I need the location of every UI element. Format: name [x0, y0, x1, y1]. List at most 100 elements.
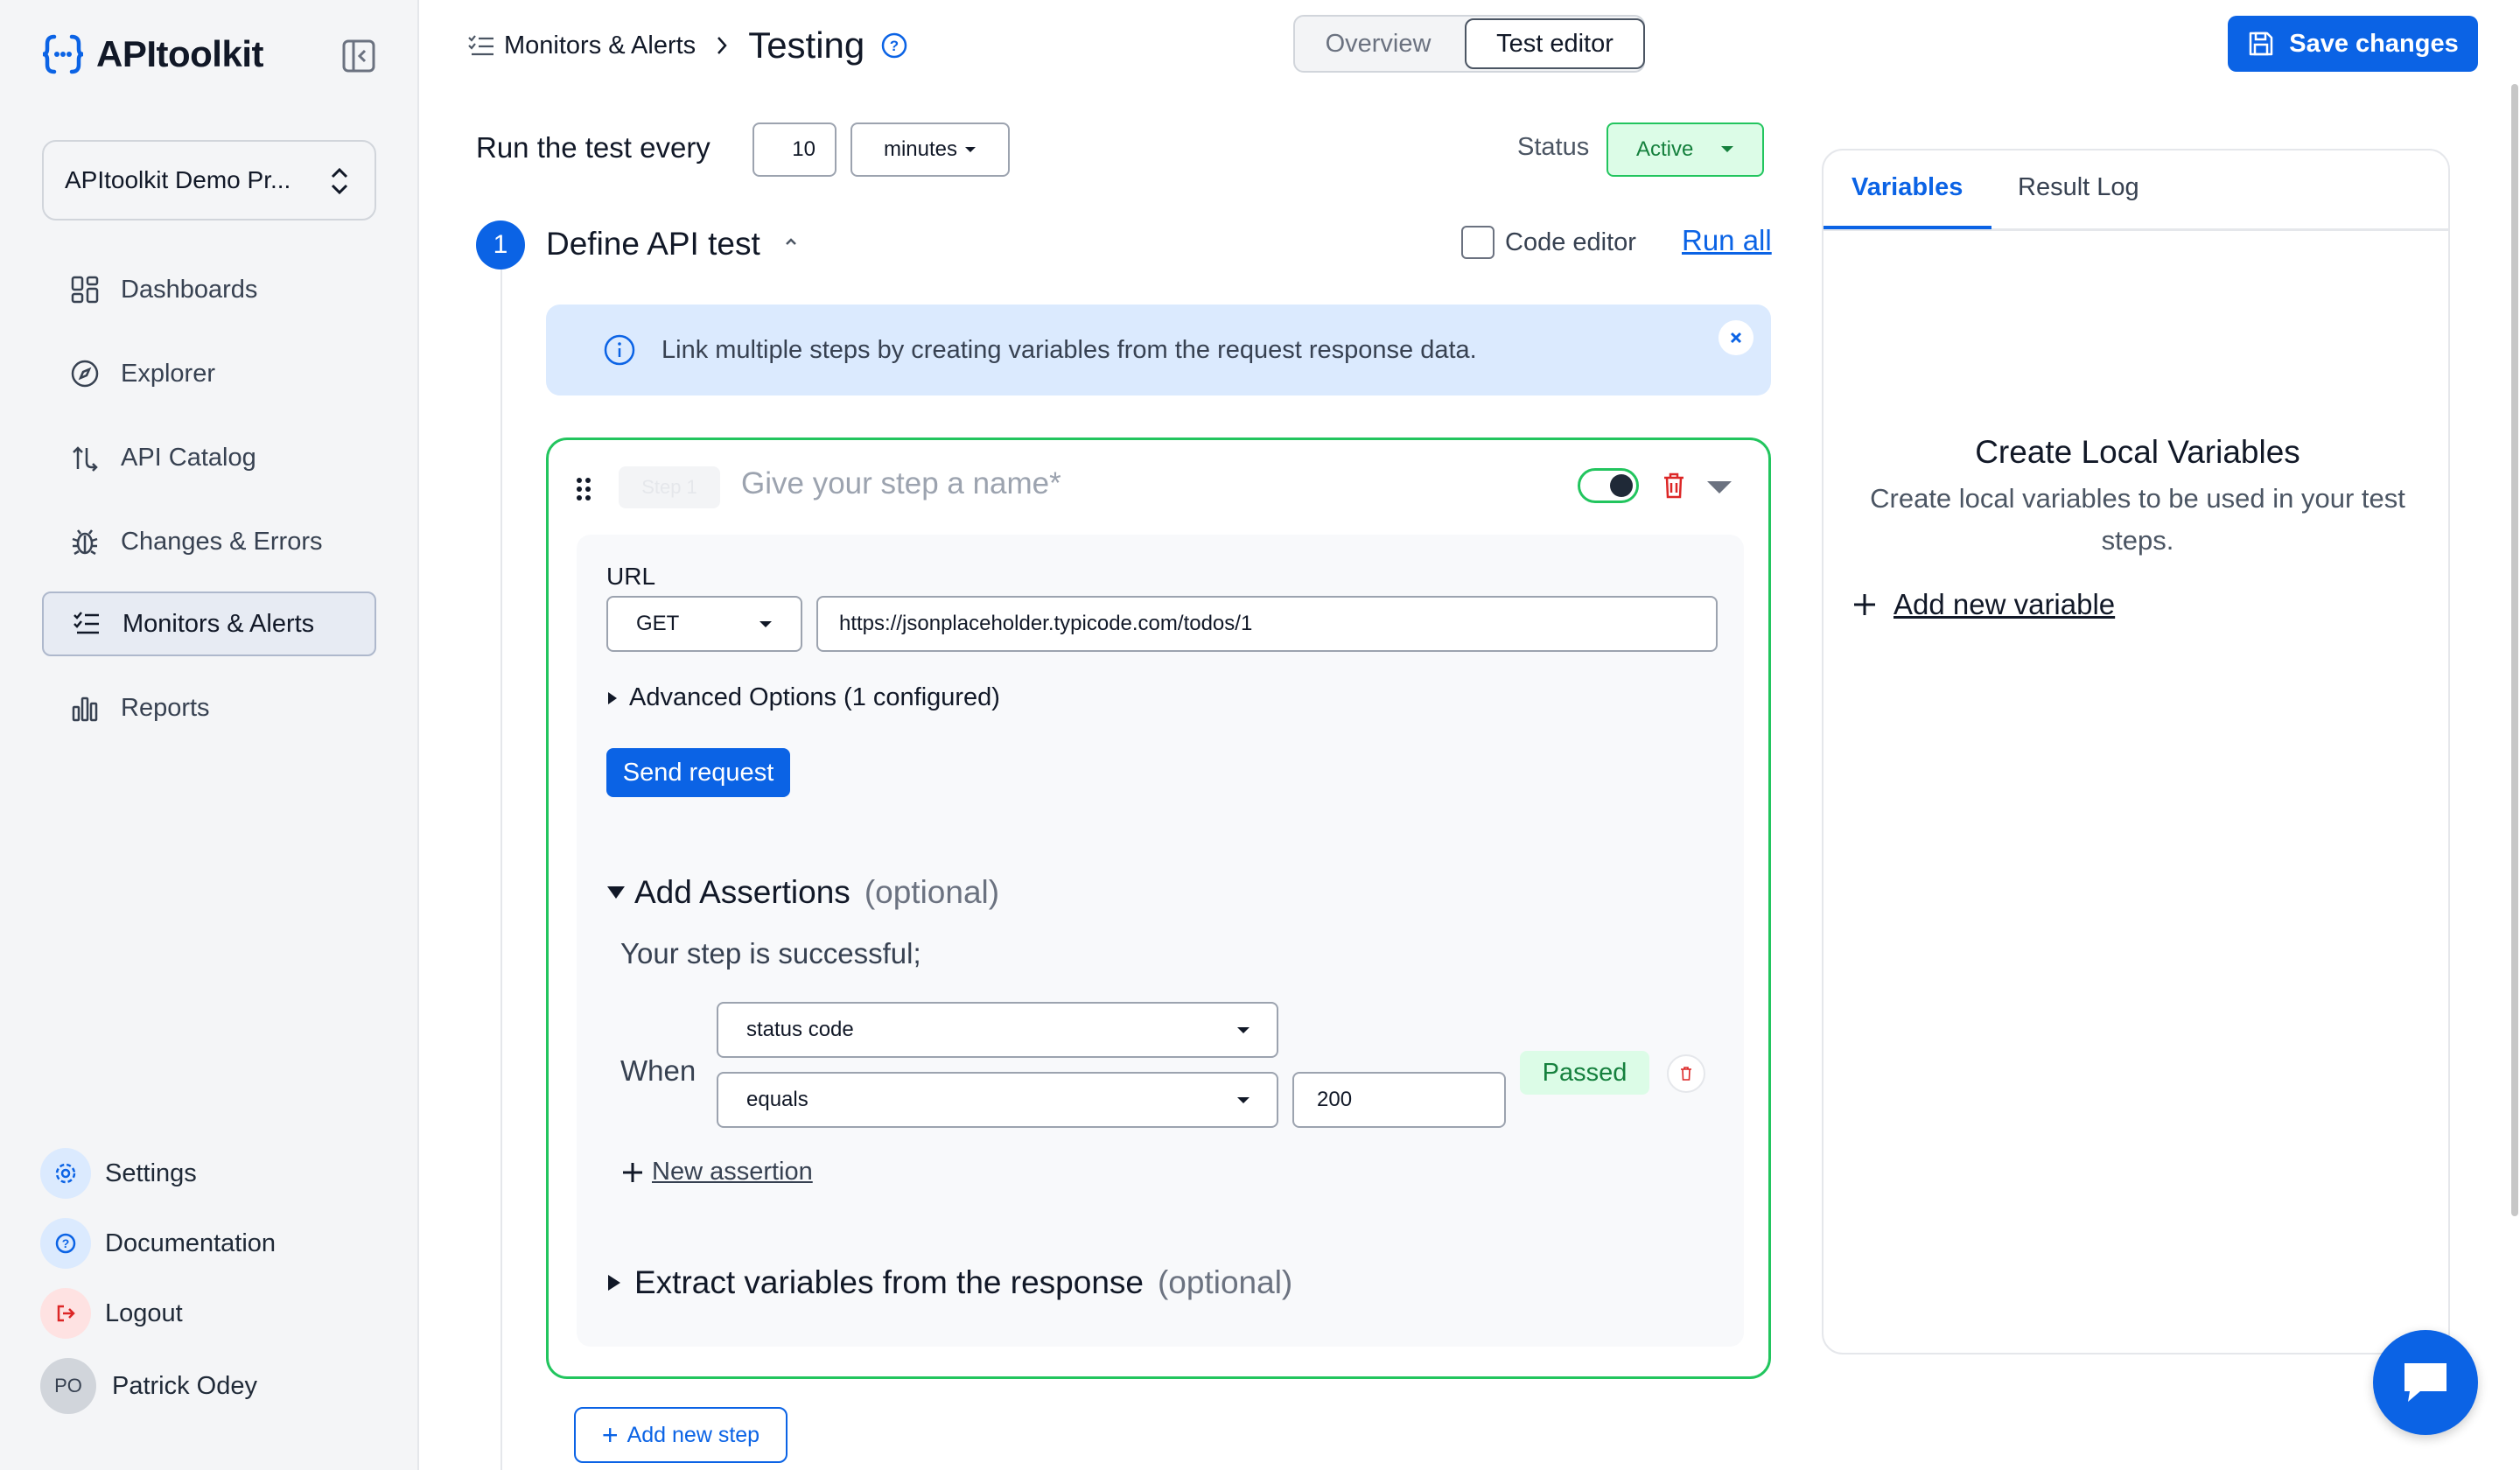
logo-icon — [42, 34, 84, 74]
panel-title: Create Local Variables — [1975, 434, 2300, 470]
plus-icon: + — [601, 1418, 619, 1451]
new-assertion-link[interactable]: New assertion — [620, 1158, 813, 1186]
status-label: Status — [1517, 133, 1590, 161]
step-enabled-toggle[interactable] — [1578, 468, 1639, 503]
checklist-icon — [468, 35, 494, 56]
breadcrumb: Monitors & Alerts Testing ? — [467, 21, 908, 70]
chevron-right-icon — [718, 37, 727, 54]
assertion-value-input[interactable]: 200 — [1292, 1072, 1506, 1128]
status-value: Active — [1636, 137, 1694, 161]
assertions-optional: (optional) — [864, 874, 1000, 910]
bug-icon — [70, 527, 100, 556]
add-new-step-button[interactable]: + Add new step — [574, 1407, 788, 1463]
help-icon: ? — [40, 1218, 91, 1269]
extract-optional: (optional) — [1157, 1264, 1293, 1300]
close-icon[interactable] — [1718, 320, 1754, 355]
variables-panel: Variables Result Log Create Local Variab… — [1822, 149, 2450, 1354]
run-interval-label: Run the test every — [476, 131, 710, 164]
sidebar-item-api-catalog[interactable]: API Catalog — [42, 425, 376, 490]
tab-test-editor[interactable]: Test editor — [1465, 18, 1645, 69]
advanced-options-label: Advanced Options (1 configured) — [629, 683, 1000, 711]
assertion-field-select[interactable]: status code — [717, 1002, 1278, 1058]
caret-right-icon — [608, 1275, 620, 1291]
logo-text: APItoolkit — [96, 33, 264, 74]
page-title: Testing — [748, 24, 865, 66]
svg-text:?: ? — [62, 1236, 70, 1250]
sidebar-item-label: Reports — [121, 693, 210, 722]
documentation-link[interactable]: ? Documentation — [40, 1218, 276, 1269]
collapse-sidebar-icon[interactable] — [341, 38, 376, 74]
run-all-link[interactable]: Run all — [1682, 224, 1772, 257]
add-step-label: Add new step — [626, 1422, 760, 1447]
compass-icon — [70, 359, 100, 388]
assertions-toggle[interactable]: Add Assertions (optional) — [606, 874, 999, 911]
code-editor-checkbox[interactable] — [1461, 226, 1494, 259]
project-select[interactable]: APItoolkit Demo Pr... — [42, 140, 376, 220]
sidebar-item-label: Changes & Errors — [121, 527, 323, 556]
method-select[interactable]: GET — [606, 596, 802, 652]
sidebar: APItoolkit APItoolkit Demo Pr... Dashboa… — [0, 0, 419, 1470]
sidebar-item-monitors-alerts[interactable]: Monitors & Alerts — [42, 592, 376, 656]
section-number-badge: 1 — [476, 220, 525, 270]
step-name-input[interactable]: Give your step a name* — [741, 466, 1061, 501]
caret-down-icon — [1237, 1027, 1250, 1033]
info-icon — [604, 334, 635, 366]
info-text: Link multiple steps by creating variable… — [662, 335, 1477, 364]
code-editor-toggle[interactable]: Code editor — [1461, 226, 1636, 259]
interval-unit-select[interactable]: minutes — [850, 122, 1010, 177]
chat-button[interactable] — [2373, 1330, 2478, 1435]
interval-unit-value: minutes — [883, 137, 958, 161]
info-banner: Link multiple steps by creating variable… — [546, 304, 1771, 396]
page-scrollbar[interactable] — [2511, 84, 2518, 1216]
extract-title: Extract variables from the response — [634, 1264, 1144, 1300]
caret-down-icon — [1721, 146, 1733, 152]
panel-description: Create local variables to be used in you… — [1870, 483, 2405, 556]
status-select[interactable]: Active — [1606, 122, 1764, 177]
extract-variables-toggle[interactable]: Extract variables from the response (opt… — [606, 1264, 1292, 1301]
code-editor-label: Code editor — [1505, 228, 1636, 256]
view-tabs: Overview Test editor — [1293, 15, 1645, 73]
sidebar-item-reports[interactable]: Reports — [42, 676, 376, 740]
delete-assertion-icon[interactable] — [1667, 1054, 1705, 1093]
help-icon[interactable]: ? — [880, 32, 908, 60]
sidebar-item-label: Explorer — [121, 359, 215, 388]
save-changes-button[interactable]: Save changes — [2228, 16, 2478, 72]
trash-icon[interactable] — [1662, 472, 1686, 500]
caret-down-icon — [965, 147, 976, 152]
assertion-operator-select[interactable]: equals — [717, 1072, 1278, 1128]
logout-icon — [40, 1288, 91, 1339]
logout-link[interactable]: Logout — [40, 1288, 183, 1339]
add-variable-link[interactable]: Add new variable — [1852, 588, 2115, 621]
sidebar-item-explorer[interactable]: Explorer — [42, 341, 376, 406]
url-input[interactable]: https://jsonplaceholder.typicode.com/tod… — [816, 596, 1718, 652]
url-label: URL — [606, 563, 656, 590]
settings-link[interactable]: Settings — [40, 1148, 197, 1199]
save-icon — [2250, 32, 2273, 56]
logo[interactable]: APItoolkit — [40, 32, 264, 77]
breadcrumb-monitors-link[interactable]: Monitors & Alerts — [504, 32, 696, 60]
user-profile[interactable]: PO Patrick Odey — [40, 1358, 257, 1414]
advanced-options-toggle[interactable]: Advanced Options (1 configured) — [606, 683, 1000, 712]
caret-down-icon — [760, 621, 772, 627]
caret-down-icon[interactable] — [1705, 479, 1733, 496]
gear-icon — [40, 1148, 91, 1199]
chevron-up-icon[interactable] — [782, 233, 800, 250]
tab-result-log[interactable]: Result Log — [2018, 173, 2139, 202]
tab-overview[interactable]: Overview — [1295, 17, 1461, 71]
plus-icon — [1854, 594, 1875, 615]
drag-handle-icon[interactable] — [575, 477, 592, 501]
sidebar-item-label: Monitors & Alerts — [122, 609, 315, 638]
send-request-button[interactable]: Send request — [606, 748, 790, 797]
save-changes-label: Save changes — [2289, 29, 2459, 58]
assertion-field-value: status code — [746, 1018, 854, 1041]
when-label: When — [620, 1054, 696, 1087]
interval-input[interactable]: 10 — [752, 122, 836, 177]
sidebar-item-dashboards[interactable]: Dashboards — [42, 257, 376, 322]
success-text: Your step is successful; — [620, 937, 921, 970]
step-badge: Step 1 — [619, 466, 720, 508]
sidebar-item-label: API Catalog — [121, 443, 256, 472]
tab-variables[interactable]: Variables — [1852, 173, 1963, 202]
settings-label: Settings — [105, 1158, 197, 1187]
define-section-title: Define API test — [546, 226, 760, 262]
sidebar-item-changes-errors[interactable]: Changes & Errors — [42, 509, 376, 574]
